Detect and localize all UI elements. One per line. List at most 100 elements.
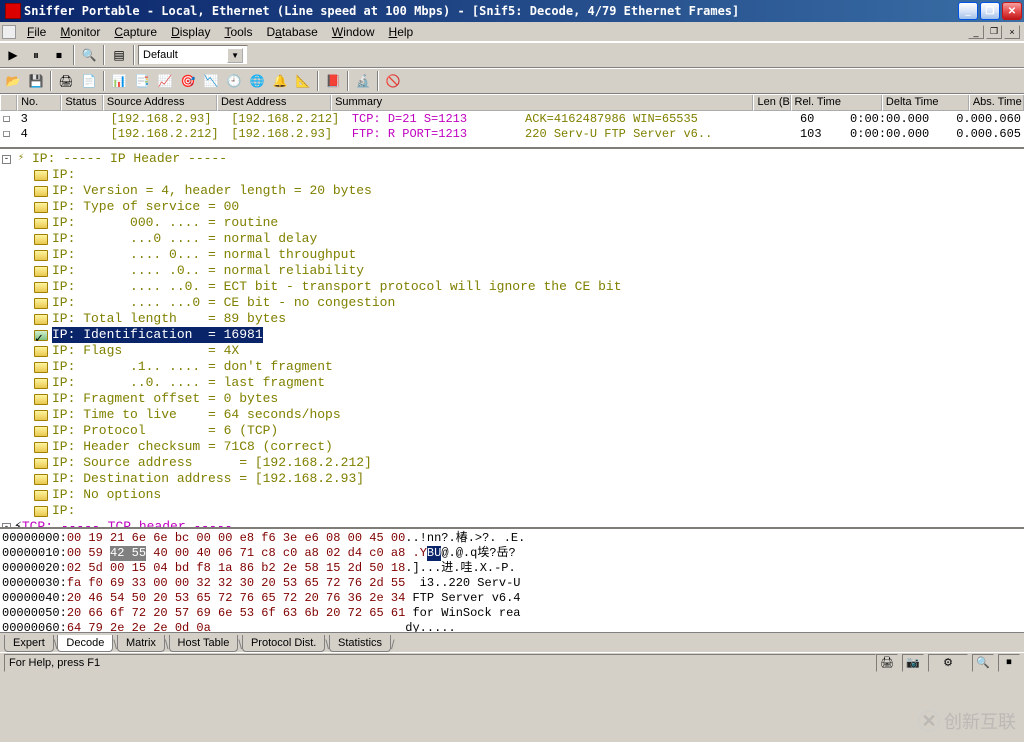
menu-database[interactable]: Database xyxy=(260,23,323,41)
status-filter-icon[interactable]: ⚙ xyxy=(928,654,968,672)
menu-tools[interactable]: Tools xyxy=(218,23,258,41)
decode-pane[interactable]: -⚡IP: ----- IP Header -----IP:IP: Versio… xyxy=(0,147,1024,527)
hex-pane[interactable]: 00000000: 00 19 21 6e 6e bc 00 00 e8 f6 … xyxy=(0,527,1024,632)
binoculars-button[interactable]: 🔍 xyxy=(78,44,100,66)
column-header[interactable]: Source Address xyxy=(103,95,217,111)
mdi-close-button[interactable]: × xyxy=(1004,25,1020,39)
address-book-button[interactable]: 📕 xyxy=(322,70,344,92)
packet-row[interactable]: ☐4[192.168.2.212][192.168.2.93]FTP: R PO… xyxy=(0,126,1024,141)
column-header[interactable]: Status xyxy=(61,95,103,111)
decode-field[interactable]: IP: No options xyxy=(2,487,1022,503)
host-table-button[interactable]: 📑 xyxy=(131,70,153,92)
filter-combo[interactable]: Default xyxy=(138,45,248,65)
hex-row[interactable]: 00000010: 00 59 42 55 40 00 40 06 71 c8 … xyxy=(2,546,1022,561)
tab-host-table[interactable]: Host Table xyxy=(169,635,239,652)
column-header[interactable]: Summary xyxy=(331,95,753,111)
menu-help[interactable]: Help xyxy=(383,23,420,41)
mdi-restore-button[interactable]: ❐ xyxy=(986,25,1002,39)
filter-button[interactable]: ▤ xyxy=(108,44,130,66)
decode-field[interactable]: IP: Time to live = 64 seconds/hops xyxy=(2,407,1022,423)
hex-row[interactable]: 00000000: 00 19 21 6e 6e bc 00 00 e8 f6 … xyxy=(2,531,1022,546)
window-title: Sniffer Portable - Local, Ethernet (Line… xyxy=(24,4,958,18)
tab-expert[interactable]: Expert xyxy=(4,635,54,652)
decode-field[interactable]: IP: .... ..0. = ECT bit - transport prot… xyxy=(2,279,1022,295)
status-stop-icon[interactable]: ⏹ xyxy=(998,654,1020,672)
stop-button[interactable]: ⏹ xyxy=(48,44,70,66)
matrix-button[interactable]: 📈 xyxy=(154,70,176,92)
stop-capture-button[interactable]: 🚫 xyxy=(382,70,404,92)
packet-list-header: No.StatusSource AddressDest AddressSumma… xyxy=(0,94,1024,111)
menu-window[interactable]: Window xyxy=(326,23,381,41)
titlebar: Sniffer Portable - Local, Ethernet (Line… xyxy=(0,0,1024,22)
hex-row[interactable]: 00000060: 64 79 2e 2e 2e 0d 0a dy..... xyxy=(2,621,1022,632)
menu-monitor[interactable]: Monitor xyxy=(54,23,106,41)
decode-field[interactable]: IP: .1.. .... = don't fragment xyxy=(2,359,1022,375)
status-magnify-icon[interactable]: 🔍 xyxy=(972,654,994,672)
decode-field[interactable]: IP: .... .0.. = normal reliability xyxy=(2,263,1022,279)
decode-field[interactable]: IP: Total length = 89 bytes xyxy=(2,311,1022,327)
dashboard-button[interactable]: 📊 xyxy=(108,70,130,92)
hex-row[interactable]: 00000030: fa f0 69 33 00 00 32 32 30 20 … xyxy=(2,576,1022,591)
close-button[interactable]: ✕ xyxy=(1002,2,1022,20)
decode-field[interactable]: IP: ...0 .... = normal delay xyxy=(2,231,1022,247)
packet-row[interactable]: ☐3[192.168.2.93][192.168.2.212]TCP: D=21… xyxy=(0,111,1024,126)
tab-matrix[interactable]: Matrix xyxy=(117,635,165,652)
hex-row[interactable]: 00000020: 02 5d 00 15 04 bd f8 1a 86 b2 … xyxy=(2,561,1022,576)
app-response-button[interactable]: 📐 xyxy=(292,70,314,92)
decode-field[interactable]: ✓IP: Identification = 16981 xyxy=(2,327,1022,343)
tab-protocol-dist-[interactable]: Protocol Dist. xyxy=(242,635,325,652)
decode-field[interactable]: IP: Version = 4, header length = 20 byte… xyxy=(2,183,1022,199)
column-header[interactable] xyxy=(0,95,17,111)
minimize-button[interactable]: _ xyxy=(958,2,978,20)
decode-field[interactable]: IP: Fragment offset = 0 bytes xyxy=(2,391,1022,407)
column-header[interactable]: No. xyxy=(17,95,61,111)
play-button[interactable]: ▶ xyxy=(2,44,24,66)
hex-row[interactable]: 00000040: 20 46 54 50 20 53 65 72 76 65 … xyxy=(2,591,1022,606)
tab-statistics[interactable]: Statistics xyxy=(329,635,391,652)
menubar: File Monitor Capture Display Tools Datab… xyxy=(0,22,1024,42)
column-header[interactable]: Abs. Time xyxy=(969,95,1024,111)
print-preview-button[interactable]: 📄 xyxy=(78,70,100,92)
protocol-button[interactable]: 📉 xyxy=(200,70,222,92)
decode-field[interactable]: IP: Type of service = 00 xyxy=(2,199,1022,215)
decode-field[interactable]: IP: Destination address = [192.168.2.93] xyxy=(2,471,1022,487)
hex-row[interactable]: 00000050: 20 66 6f 72 20 57 69 6e 53 6f … xyxy=(2,606,1022,621)
decode-field[interactable]: IP: Source address = [192.168.2.212] xyxy=(2,455,1022,471)
status-printer-icon[interactable]: 🖨 xyxy=(876,654,898,672)
mdi-minimize-button[interactable]: _ xyxy=(968,25,984,39)
tab-decode[interactable]: Decode xyxy=(57,635,113,652)
decode-field[interactable]: IP: Header checksum = 71C8 (correct) xyxy=(2,439,1022,455)
pause-button[interactable]: ⏸ xyxy=(25,44,47,66)
maximize-button[interactable]: ❐ xyxy=(980,2,1000,20)
decode-field[interactable]: IP: Flags = 4X xyxy=(2,343,1022,359)
decode-field[interactable]: IP: Protocol = 6 (TCP) xyxy=(2,423,1022,439)
toolbar-capture: ▶ ⏸ ⏹ 🔍 ▤ Default xyxy=(0,42,1024,68)
history-button[interactable]: 🕘 xyxy=(223,70,245,92)
print-button[interactable]: 🖨 xyxy=(55,70,77,92)
alarm-button[interactable]: 🔔 xyxy=(269,70,291,92)
decode-field[interactable]: IP: 000. .... = routine xyxy=(2,215,1022,231)
decode-field[interactable]: -⚡IP: ----- IP Header ----- xyxy=(2,151,1022,167)
status-snapshot-icon[interactable]: 📷 xyxy=(902,654,924,672)
art-button[interactable]: 🎯 xyxy=(177,70,199,92)
decode-field[interactable]: IP: .... 0... = normal throughput xyxy=(2,247,1022,263)
column-header[interactable]: Len (B xyxy=(753,95,790,111)
toolbar-main: 📂 💾 🖨 📄 📊 📑 📈 🎯 📉 🕘 🌐 🔔 📐 📕 🔬 🚫 xyxy=(0,68,1024,94)
save-button[interactable]: 💾 xyxy=(25,70,47,92)
capture-expert-button[interactable]: 🔬 xyxy=(352,70,374,92)
column-header[interactable]: Delta Time xyxy=(882,95,969,111)
menu-capture[interactable]: Capture xyxy=(108,23,163,41)
menu-file[interactable]: File xyxy=(21,23,52,41)
column-header[interactable]: Rel. Time xyxy=(791,95,882,111)
decode-field[interactable]: IP: .... ...0 = CE bit - no congestion xyxy=(2,295,1022,311)
menu-display[interactable]: Display xyxy=(165,23,216,41)
decode-field[interactable]: IP: xyxy=(2,167,1022,183)
decode-field[interactable]: IP: xyxy=(2,503,1022,519)
column-header[interactable]: Dest Address xyxy=(217,95,331,111)
decode-field[interactable]: -⚡TCP: ----- TCP header ----- xyxy=(2,519,1022,527)
decode-field[interactable]: IP: ..0. .... = last fragment xyxy=(2,375,1022,391)
view-tabs: Expert\Decode\Matrix\Host Table\Protocol… xyxy=(0,632,1024,652)
packet-list[interactable]: ☐3[192.168.2.93][192.168.2.212]TCP: D=21… xyxy=(0,111,1024,147)
open-button[interactable]: 📂 xyxy=(2,70,24,92)
global-stats-button[interactable]: 🌐 xyxy=(246,70,268,92)
